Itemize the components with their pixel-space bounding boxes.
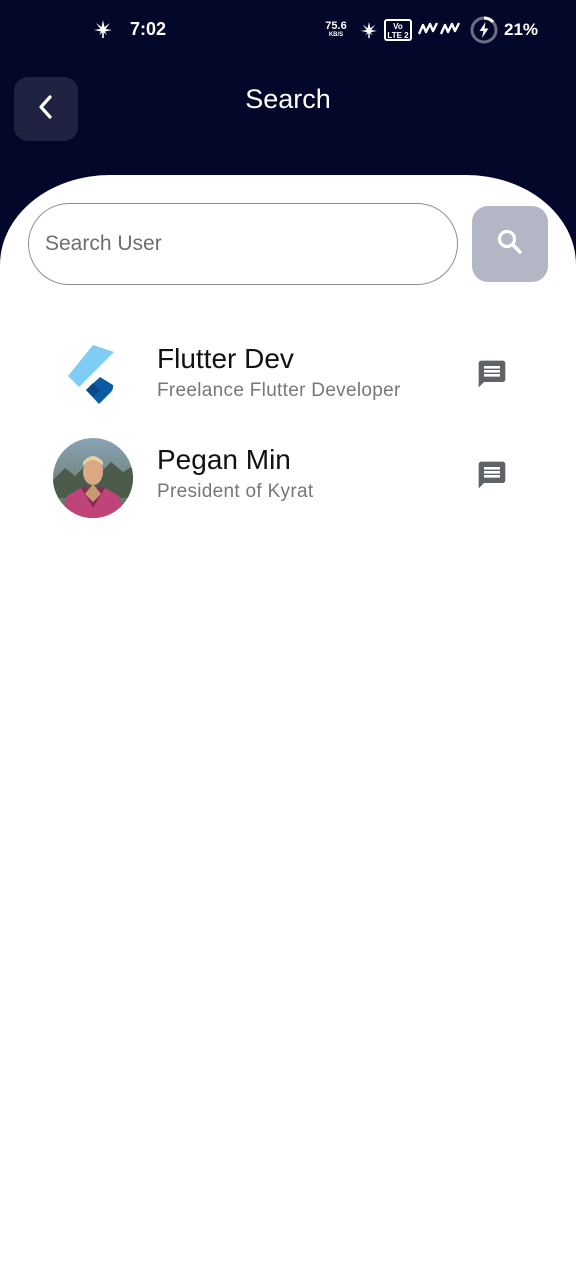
search-input[interactable] <box>28 203 458 285</box>
signal-icon <box>439 21 461 42</box>
search-icon <box>495 227 525 262</box>
cannabis-leaf-icon <box>93 19 113 44</box>
user-name: Flutter Dev <box>157 343 294 374</box>
cannabis-leaf-icon <box>359 21 379 44</box>
battery-percentage: 21% <box>504 20 539 39</box>
list-item[interactable]: Flutter Dev Freelance Flutter Developer <box>0 337 576 427</box>
user-subtitle: Freelance Flutter Developer <box>157 380 401 401</box>
status-bar: 7:02 75.6 KB/S Vo LTE 2 21% <box>0 0 576 60</box>
volte-label-top: Vo <box>393 22 403 31</box>
volte-label-bottom: LTE 2 <box>387 31 409 40</box>
volte-icon: Vo LTE 2 <box>384 19 412 41</box>
page-title: Search <box>245 84 331 114</box>
message-button[interactable] <box>475 460 509 494</box>
battery-charging-icon <box>469 15 499 50</box>
flutter-logo-icon <box>68 345 114 404</box>
status-time: 7:02 <box>130 19 167 39</box>
list-item[interactable]: Pegan Min President of Kyrat <box>0 438 576 528</box>
message-icon <box>476 459 508 496</box>
user-name: Pegan Min <box>157 444 291 475</box>
network-speed: 75.6 KB/S <box>323 20 349 39</box>
search-button[interactable] <box>472 206 548 282</box>
avatar <box>53 438 133 518</box>
network-speed-value: 75.6 <box>325 20 347 32</box>
message-icon <box>476 358 508 395</box>
signal-icon <box>417 21 439 42</box>
user-subtitle: President of Kyrat <box>157 481 314 502</box>
network-speed-unit: KB/S <box>328 32 344 38</box>
avatar <box>53 337 133 417</box>
message-button[interactable] <box>475 359 509 393</box>
user-photo-icon <box>53 438 133 518</box>
